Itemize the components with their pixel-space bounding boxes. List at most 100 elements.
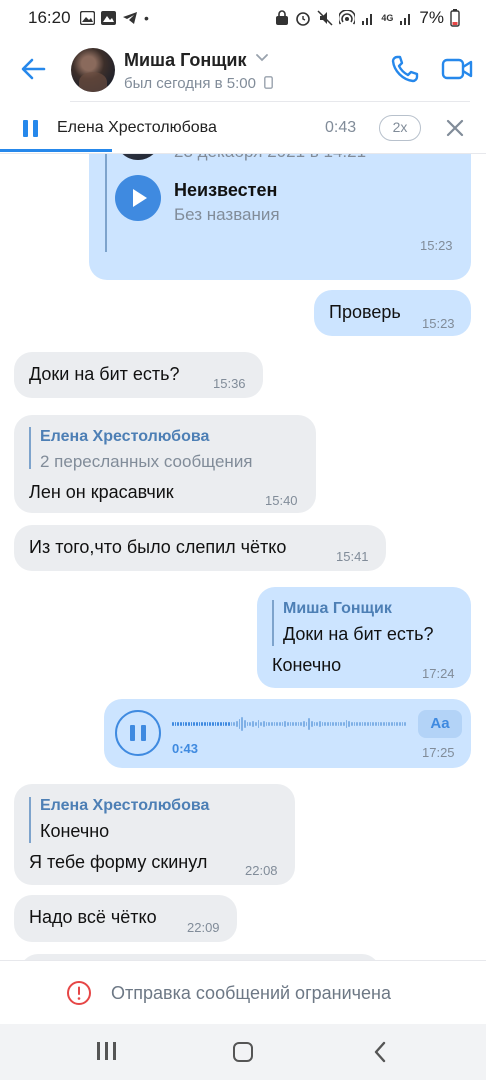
voice-pause-button[interactable]: [115, 710, 161, 756]
alarm-icon: [296, 12, 311, 26]
hotspot-icon: [339, 10, 356, 25]
waveform-bar: [396, 721, 399, 727]
reply-author[interactable]: Елена Хрестолюбова: [40, 797, 209, 815]
message-incoming[interactable]: Доки на бит есть? 15:36: [14, 352, 263, 398]
waveform-bar: [230, 721, 233, 727]
waveform-bar: [369, 721, 372, 727]
waveform-bar: [391, 721, 393, 727]
waveform-bar: [233, 721, 236, 727]
waveform-bar: [340, 721, 342, 727]
message-outgoing-audio[interactable]: 23 декабря 2021 в 14:21 Неизвестен Без н…: [89, 154, 471, 280]
waveform-bar: [241, 716, 244, 732]
audio-player-bar[interactable]: Елена Хрестолюбова 0:43 2x: [0, 102, 486, 154]
player-pause-icon[interactable]: [23, 120, 39, 137]
nav-back-icon[interactable]: [372, 1041, 388, 1063]
waveform-bar: [334, 721, 337, 727]
chevron-down-icon[interactable]: [256, 54, 268, 62]
forward-avatar: [115, 154, 161, 160]
mobile-device-icon: [264, 76, 274, 89]
player-progress[interactable]: [0, 149, 112, 152]
reply-bar: [29, 797, 31, 843]
waveform-bar: [404, 721, 407, 727]
waveform-bar: [343, 721, 345, 727]
message-list[interactable]: 23 декабря 2021 в 14:21 Неизвестен Без н…: [0, 154, 486, 960]
waveform-bar: [332, 721, 334, 727]
message-text: Конечно: [272, 655, 342, 675]
waveform-bar: [185, 722, 188, 726]
playback-speed-button[interactable]: 2x: [379, 115, 421, 141]
waveform-bar: [220, 722, 222, 726]
message-text: Доки на бит есть?: [29, 364, 180, 384]
recents-icon[interactable]: [97, 1042, 117, 1060]
waveform-bar: [270, 721, 273, 727]
waveform-bar: [196, 722, 198, 726]
waveform-bar: [383, 721, 385, 727]
waveform-bar: [372, 721, 375, 727]
system-icons: 4G 7%: [275, 8, 460, 28]
audio-title: Без названия: [174, 205, 280, 224]
waveform-bar: [297, 721, 300, 727]
player-track-name[interactable]: Елена Хрестолюбова: [57, 119, 217, 137]
message-time: 17:25: [422, 745, 455, 760]
notice-text: Отправка сообщений ограничена: [111, 983, 391, 1003]
avatar[interactable]: [71, 48, 115, 92]
message-incoming[interactable]: Из того,что было слепил чётко 15:41: [14, 525, 386, 571]
close-icon[interactable]: [445, 118, 465, 138]
waveform-bar: [388, 721, 391, 727]
waveform-bar: [228, 722, 230, 726]
image-icon: [80, 11, 95, 25]
waveform-bar: [265, 721, 268, 727]
waveform-bar: [399, 721, 401, 727]
message-incoming-reply[interactable]: Елена Хрестолюбова Конечно Я тебе форму …: [14, 784, 295, 885]
waveform-bar: [257, 720, 260, 728]
chat-title[interactable]: Миша Гонщик: [124, 50, 247, 71]
waveform-bar: [252, 720, 254, 728]
waveform-bar: [375, 721, 377, 727]
waveform-bar: [356, 721, 359, 727]
waveform-bar: [262, 720, 265, 728]
message-incoming[interactable]: Надо всё чётко 22:09: [14, 895, 237, 942]
waveform-bar: [284, 720, 286, 728]
waveform-bar: [324, 721, 326, 727]
forward-summary[interactable]: 2 пересланных сообщения: [40, 452, 253, 472]
waveform-bar: [204, 722, 206, 726]
phone-call-icon[interactable]: [390, 54, 420, 84]
waveform-bar: [188, 722, 190, 726]
transcribe-button[interactable]: Aa: [418, 710, 462, 738]
waveform-bar: [286, 721, 289, 727]
waveform-bar: [361, 721, 364, 727]
reply-author[interactable]: Миша Гонщик: [283, 600, 392, 618]
signal-icon-2: [400, 14, 411, 25]
waveform-bar: [364, 721, 367, 727]
waveform-bar: [273, 721, 276, 727]
battery-icon: [450, 9, 460, 27]
waveform-bar: [177, 722, 180, 726]
home-icon[interactable]: [233, 1042, 253, 1062]
waveform-bar: [268, 721, 270, 727]
waveform-bar: [308, 718, 310, 730]
waveform-bar: [326, 721, 329, 727]
waveform-bar: [294, 721, 297, 727]
waveform-bar: [302, 720, 305, 728]
back-arrow-icon[interactable]: [18, 54, 48, 84]
message-outgoing-voice[interactable]: 0:43 Aa 17:25: [104, 699, 471, 768]
voice-waveform[interactable]: [172, 714, 407, 734]
message-text: Из того,что было слепил чётко: [29, 537, 287, 557]
last-seen-status: был сегодня в 5:00: [124, 75, 274, 92]
message-outgoing-reply[interactable]: Миша Гонщик Доки на бит есть? Конечно 17…: [257, 587, 471, 688]
message-outgoing[interactable]: Проверь 15:23: [314, 290, 471, 336]
message-incoming-forwarded[interactable]: Елена Хрестолюбова 2 пересланных сообщен…: [14, 415, 316, 513]
player-time: 0:43: [325, 119, 357, 136]
message-time: 15:23: [422, 316, 455, 331]
reply-quote[interactable]: Доки на бит есть?: [283, 624, 434, 645]
waveform-bar: [180, 722, 182, 726]
video-call-icon[interactable]: [441, 56, 473, 82]
voice-duration: 0:43: [172, 741, 199, 756]
reply-quote[interactable]: Конечно: [40, 821, 109, 842]
waveform-bar: [393, 721, 396, 727]
audio-play-button[interactable]: [115, 175, 161, 221]
waveform-bar: [174, 722, 177, 726]
waveform-bar: [367, 721, 369, 727]
waveform-bar: [278, 721, 281, 727]
gallery-icon: [101, 11, 116, 25]
